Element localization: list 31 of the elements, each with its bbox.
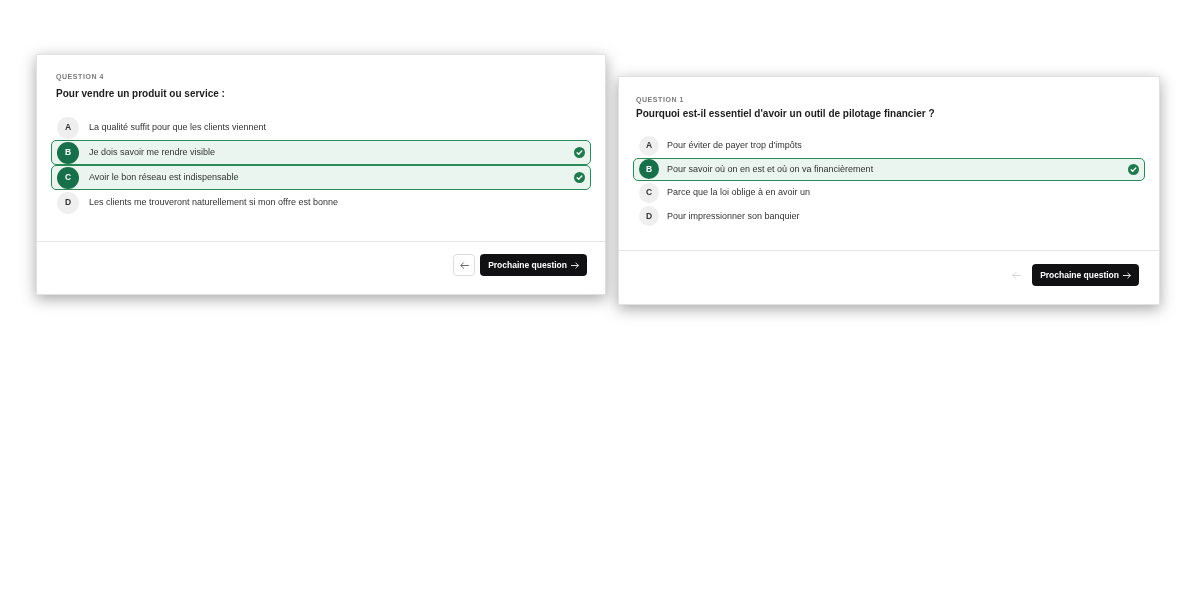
- arrow-left-icon: [459, 261, 469, 269]
- answer-option[interactable]: B Je dois savoir me rendre visible: [51, 140, 591, 165]
- option-letter: B: [639, 159, 659, 180]
- question-title: Pourquoi est-il essentiel d'avoir un outil de pilotage financier ?: [636, 107, 935, 121]
- option-text: La qualité suffit pour que les clients viennent: [89, 120, 266, 134]
- option-letter: A: [639, 135, 659, 156]
- option-letter: C: [57, 166, 79, 189]
- option-text: Pour savoir où on en est et où on va financièrement: [667, 162, 874, 176]
- option-text: Pour éviter de payer trop d'impôts: [667, 139, 802, 152]
- arrow-left-icon: [1011, 271, 1021, 279]
- next-question-button[interactable]: Prochaine question: [480, 254, 587, 276]
- option-letter: B: [57, 141, 79, 164]
- check-circle-icon: [1128, 163, 1139, 175]
- option-letter: D: [639, 206, 659, 227]
- option-letter: D: [57, 191, 79, 214]
- option-letter: C: [639, 182, 659, 203]
- option-text: Pour impressionner son banquier: [667, 209, 800, 223]
- option-text: Avoir le bon réseau est indispensable: [89, 170, 239, 184]
- back-button[interactable]: [453, 254, 476, 276]
- option-text: Je dois savoir me rendre visible: [89, 145, 216, 159]
- arrow-right-icon: [1123, 271, 1131, 279]
- answer-option[interactable]: C Avoir le bon réseau est indispensable: [51, 165, 591, 190]
- question-title: Pour vendre un produit ou service :: [56, 87, 225, 101]
- check-circle-icon: [574, 172, 585, 183]
- next-question-button[interactable]: Prochaine question: [1032, 264, 1139, 286]
- option-text: Parce que la loi oblige à en avoir un: [667, 186, 811, 199]
- answer-option[interactable]: B Pour savoir où on en est et où on va financièrement: [633, 157, 1145, 181]
- arrow-right-icon: [571, 261, 579, 269]
- check-circle-icon: [574, 147, 585, 158]
- option-letter: A: [57, 116, 79, 139]
- option-text: Les clients me trouveront naturellement si mon offre est bonne: [89, 195, 338, 209]
